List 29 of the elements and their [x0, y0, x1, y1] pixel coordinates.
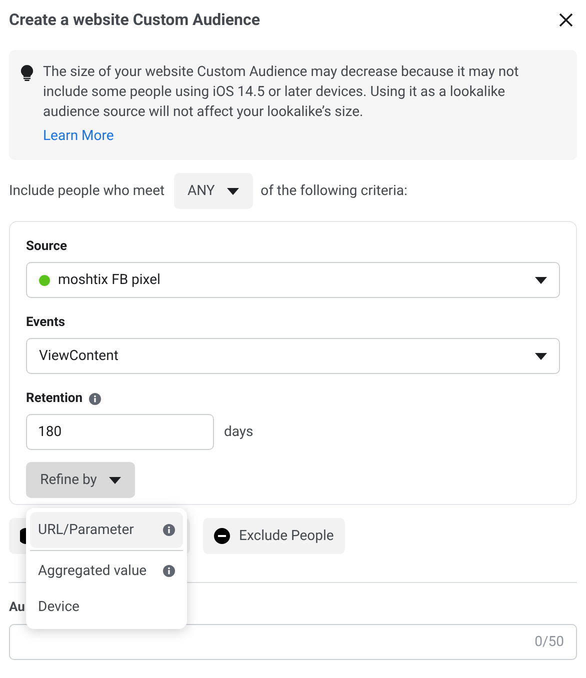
caret-icon: [535, 352, 547, 360]
caret-icon: [108, 476, 121, 484]
criteria-suffix: of the following criteria:: [260, 182, 408, 200]
lightbulb-icon: [21, 65, 33, 81]
retention-input[interactable]: 180: [26, 414, 214, 450]
source-select[interactable]: moshtix FB pixel: [26, 262, 560, 298]
retention-label: Retention: [26, 390, 83, 408]
notice-text: The size of your website Custom Audience may decrease because it may not include some people using iOS 14.5 or later devices. Using it as a lookalike audience source will not affect your lookalike’s size.: [43, 63, 520, 122]
exclude-people-button[interactable]: Exclude People: [203, 518, 345, 554]
events-label: Events: [26, 314, 66, 332]
minus-circle-icon: [214, 528, 230, 544]
days-label: days: [224, 422, 254, 442]
events-select[interactable]: ViewContent: [26, 338, 560, 374]
learn-more-link[interactable]: Learn More: [43, 126, 114, 146]
dialog-title: Create a website Custom Audience: [9, 9, 260, 31]
source-label: Source: [26, 238, 68, 256]
menu-item[interactable]: Aggregated value: [30, 553, 183, 589]
caret-icon: [535, 276, 547, 284]
info-icon: [163, 524, 175, 536]
menu-item[interactable]: URL/Parameter: [30, 512, 183, 548]
info-icon: [88, 393, 101, 405]
audience-name-label: Au: [9, 599, 25, 617]
menu-item[interactable]: Device: [30, 589, 183, 625]
caret-icon: [226, 188, 239, 194]
match-dropdown[interactable]: ANY: [174, 173, 253, 209]
refine-by-button[interactable]: Refine by: [26, 462, 135, 498]
character-counter: 0/50: [534, 632, 564, 652]
info-icon: [163, 565, 175, 577]
criteria-prefix: Include people who meet: [9, 182, 165, 200]
